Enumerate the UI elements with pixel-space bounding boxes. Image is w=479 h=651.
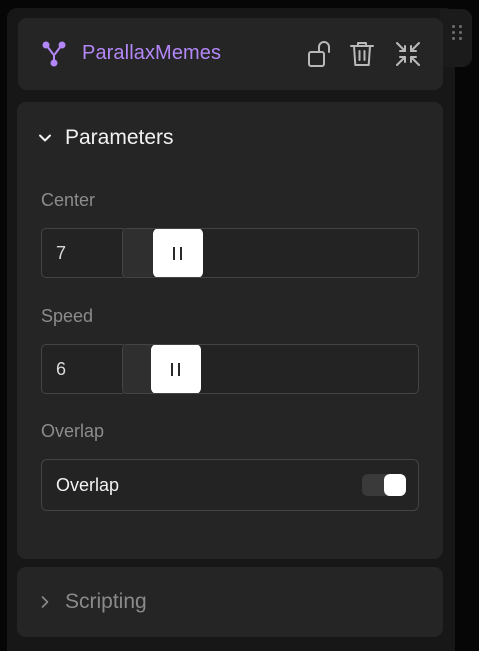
scripting-section-toggle[interactable]: Scripting bbox=[17, 567, 443, 637]
overlap-toggle-row[interactable]: Overlap bbox=[41, 459, 419, 511]
overlap-toggle-label: Overlap bbox=[56, 475, 120, 495]
speed-value-input[interactable] bbox=[41, 344, 127, 394]
node-graph-icon bbox=[42, 41, 66, 67]
chevron-right-icon bbox=[41, 596, 49, 608]
speed-slider[interactable] bbox=[122, 344, 419, 394]
scripting-title: Scripting bbox=[65, 590, 147, 613]
overlap-label: Overlap bbox=[41, 421, 105, 441]
speed-label: Speed bbox=[41, 306, 94, 326]
chevron-down-icon bbox=[39, 134, 51, 142]
overlap-toggle-knob bbox=[384, 474, 406, 496]
center-slider-fill bbox=[123, 229, 153, 277]
parameters-section: Parameters Center Speed Overlap Overlap bbox=[17, 102, 443, 559]
node-title: ParallaxMemes bbox=[82, 42, 222, 64]
center-slider[interactable] bbox=[122, 228, 419, 278]
center-label: Center bbox=[41, 190, 96, 210]
speed-slider-fill bbox=[123, 345, 151, 393]
collapse-arrows-icon[interactable] bbox=[393, 39, 423, 69]
parameters-section-toggle[interactable]: Parameters bbox=[17, 102, 443, 174]
center-value-input[interactable] bbox=[41, 228, 127, 278]
node-header: ParallaxMemes bbox=[18, 18, 443, 90]
trash-icon[interactable] bbox=[347, 39, 377, 69]
speed-slider-thumb[interactable] bbox=[151, 345, 201, 393]
parameters-title: Parameters bbox=[65, 126, 174, 149]
drag-grip-icon[interactable] bbox=[452, 25, 464, 43]
overlap-toggle-switch[interactable] bbox=[362, 474, 406, 496]
center-slider-thumb[interactable] bbox=[153, 229, 203, 277]
unlock-icon[interactable] bbox=[306, 39, 336, 69]
